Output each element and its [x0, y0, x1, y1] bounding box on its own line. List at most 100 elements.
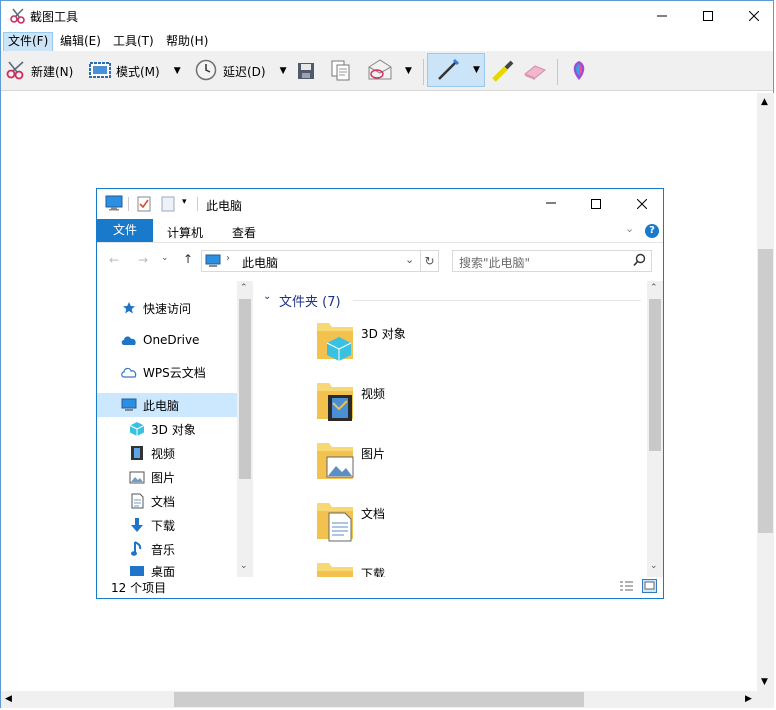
- refresh-icon[interactable]: ↻: [421, 250, 439, 272]
- scroll-left-icon[interactable]: ◀: [5, 694, 12, 704]
- email-icon: [367, 58, 393, 84]
- nav-onedrive[interactable]: OneDrive: [121, 328, 253, 352]
- paint3d-icon[interactable]: [569, 57, 589, 85]
- explorer-minimize-button[interactable]: [546, 197, 556, 211]
- explorer-maximize-button[interactable]: [591, 198, 601, 212]
- content-scroll-thumb[interactable]: [649, 299, 661, 451]
- mode-button[interactable]: 模式(M) ▼: [89, 57, 181, 85]
- tab-view[interactable]: 查看: [232, 224, 256, 241]
- properties-icon[interactable]: [137, 196, 151, 215]
- toolbar: 新建(N) 模式(M) ▼ 延迟(D) ▼ ▼ ▼: [1, 51, 773, 91]
- clock-icon: [195, 59, 217, 84]
- folder-pictures-icon: [315, 439, 355, 486]
- nav-3d-objects[interactable]: 3D 对象: [129, 417, 253, 441]
- mode-label: 模式(M): [116, 64, 160, 79]
- content-scrollbar[interactable]: ⌃ ⌄: [647, 281, 663, 577]
- nav-scrollbar[interactable]: ⌃ ⌄: [237, 281, 253, 577]
- delay-dropdown-icon[interactable]: ▼: [280, 66, 287, 76]
- large-icons-view-icon[interactable]: [642, 579, 657, 596]
- folder-item[interactable]: 下载: [315, 559, 595, 577]
- search-icon[interactable]: [633, 253, 646, 270]
- computer-icon: [105, 195, 123, 214]
- new-folder-icon[interactable]: [161, 196, 175, 215]
- maximize-button[interactable]: [685, 1, 731, 31]
- separator: [197, 197, 198, 211]
- scroll-down-icon[interactable]: ▼: [761, 677, 768, 687]
- nav-music[interactable]: 音乐: [129, 537, 253, 561]
- up-arrow-icon[interactable]: ↑: [183, 252, 193, 266]
- scroll-corner: [757, 691, 774, 708]
- recent-dropdown-icon[interactable]: ⌄: [161, 253, 169, 263]
- quick-access-dropdown-icon[interactable]: ▾: [182, 197, 187, 207]
- breadcrumb-chevron-icon[interactable]: ›: [226, 253, 230, 264]
- scroll-up-icon[interactable]: ▲: [761, 97, 768, 107]
- delay-button[interactable]: 延迟(D) ▼: [195, 57, 287, 85]
- address-text: 此电脑: [242, 256, 279, 270]
- copy-icon[interactable]: [331, 57, 351, 85]
- navigation-pane: 快速访问 OneDrive WPS云文档 此电脑 3D 对象 视频 图片 文档 …: [97, 281, 253, 577]
- address-dropdown-icon[interactable]: ⌄: [405, 253, 414, 266]
- folder-label: 文档: [361, 507, 386, 521]
- minimize-button[interactable]: [639, 1, 685, 31]
- nav-label: 此电脑: [143, 398, 180, 413]
- vertical-scroll-thumb[interactable]: [758, 249, 773, 533]
- folder-videos-icon: [315, 379, 355, 426]
- nav-label: 图片: [151, 470, 176, 485]
- eraser-icon[interactable]: [523, 57, 547, 85]
- nav-documents[interactable]: 文档: [129, 489, 253, 513]
- nav-wps-cloud[interactable]: WPS云文档: [121, 360, 253, 384]
- folder-item[interactable]: 3D 对象: [315, 319, 595, 379]
- highlighter-icon[interactable]: [491, 57, 515, 85]
- nav-videos[interactable]: 视频: [129, 441, 253, 465]
- folder-3d-objects-icon: [315, 319, 355, 366]
- computer-icon: [205, 254, 221, 271]
- scroll-right-icon[interactable]: ▶: [745, 694, 752, 704]
- folder-item[interactable]: 图片: [315, 439, 595, 499]
- pen-tool-button[interactable]: ▼: [427, 53, 485, 87]
- status-bar: 12 个项目: [97, 577, 663, 598]
- new-snip-icon: [5, 59, 27, 84]
- nav-quick-access[interactable]: 快速访问: [121, 296, 253, 320]
- mode-dropdown-icon[interactable]: ▼: [174, 66, 181, 76]
- nav-scroll-up-icon[interactable]: ⌃: [240, 283, 248, 293]
- new-button[interactable]: 新建(N): [5, 57, 73, 85]
- folder-item[interactable]: 文档: [315, 499, 595, 559]
- pen-dropdown-icon[interactable]: ▼: [473, 65, 480, 75]
- details-view-icon[interactable]: [619, 580, 634, 596]
- search-field[interactable]: 搜索"此电脑": [452, 250, 652, 272]
- nav-this-pc[interactable]: 此电脑: [121, 393, 253, 417]
- address-bar[interactable]: › 此电脑 ⌄: [201, 250, 421, 272]
- folder-label: 3D 对象: [361, 327, 406, 341]
- horizontal-scrollbar[interactable]: ◀ ▶: [1, 691, 757, 708]
- nav-scroll-down-icon[interactable]: ⌄: [240, 561, 248, 571]
- menu-help[interactable]: 帮助(H): [162, 32, 212, 50]
- desktop-icon: [129, 563, 145, 577]
- send-snip-button[interactable]: ▼: [367, 57, 412, 85]
- close-button[interactable]: [731, 1, 776, 31]
- horizontal-scroll-thumb[interactable]: [174, 692, 584, 707]
- explorer-title-bar: ▾ 此电脑: [97, 189, 663, 219]
- menu-edit[interactable]: 编辑(E): [56, 32, 105, 50]
- content-scroll-up-icon[interactable]: ⌃: [650, 283, 658, 293]
- save-icon[interactable]: [297, 57, 315, 85]
- menu-tools[interactable]: 工具(T): [109, 32, 158, 50]
- nav-pictures[interactable]: 图片: [129, 465, 253, 489]
- nav-scroll-thumb[interactable]: [239, 299, 251, 479]
- tab-file[interactable]: 文件: [97, 219, 153, 242]
- help-icon[interactable]: ?: [645, 224, 659, 238]
- onedrive-icon: [121, 332, 137, 348]
- menu-file[interactable]: 文件(F): [3, 32, 54, 52]
- document-icon: [129, 493, 145, 509]
- tab-computer[interactable]: 计算机: [167, 224, 203, 241]
- scissors-app-icon: [9, 7, 27, 28]
- content-scroll-down-icon[interactable]: ⌄: [650, 561, 658, 571]
- nav-downloads[interactable]: 下载: [129, 513, 253, 537]
- vertical-scrollbar[interactable]: ▲ ▼: [757, 93, 774, 691]
- explorer-close-button[interactable]: [636, 198, 648, 212]
- folder-item[interactable]: 视频: [315, 379, 595, 439]
- send-dropdown-icon[interactable]: ▼: [405, 66, 412, 76]
- back-arrow-icon[interactable]: ←: [109, 253, 119, 267]
- nav-desktop[interactable]: 桌面: [129, 559, 253, 577]
- forward-arrow-icon[interactable]: →: [138, 253, 148, 267]
- ribbon-expand-icon[interactable]: ⌄: [625, 222, 634, 235]
